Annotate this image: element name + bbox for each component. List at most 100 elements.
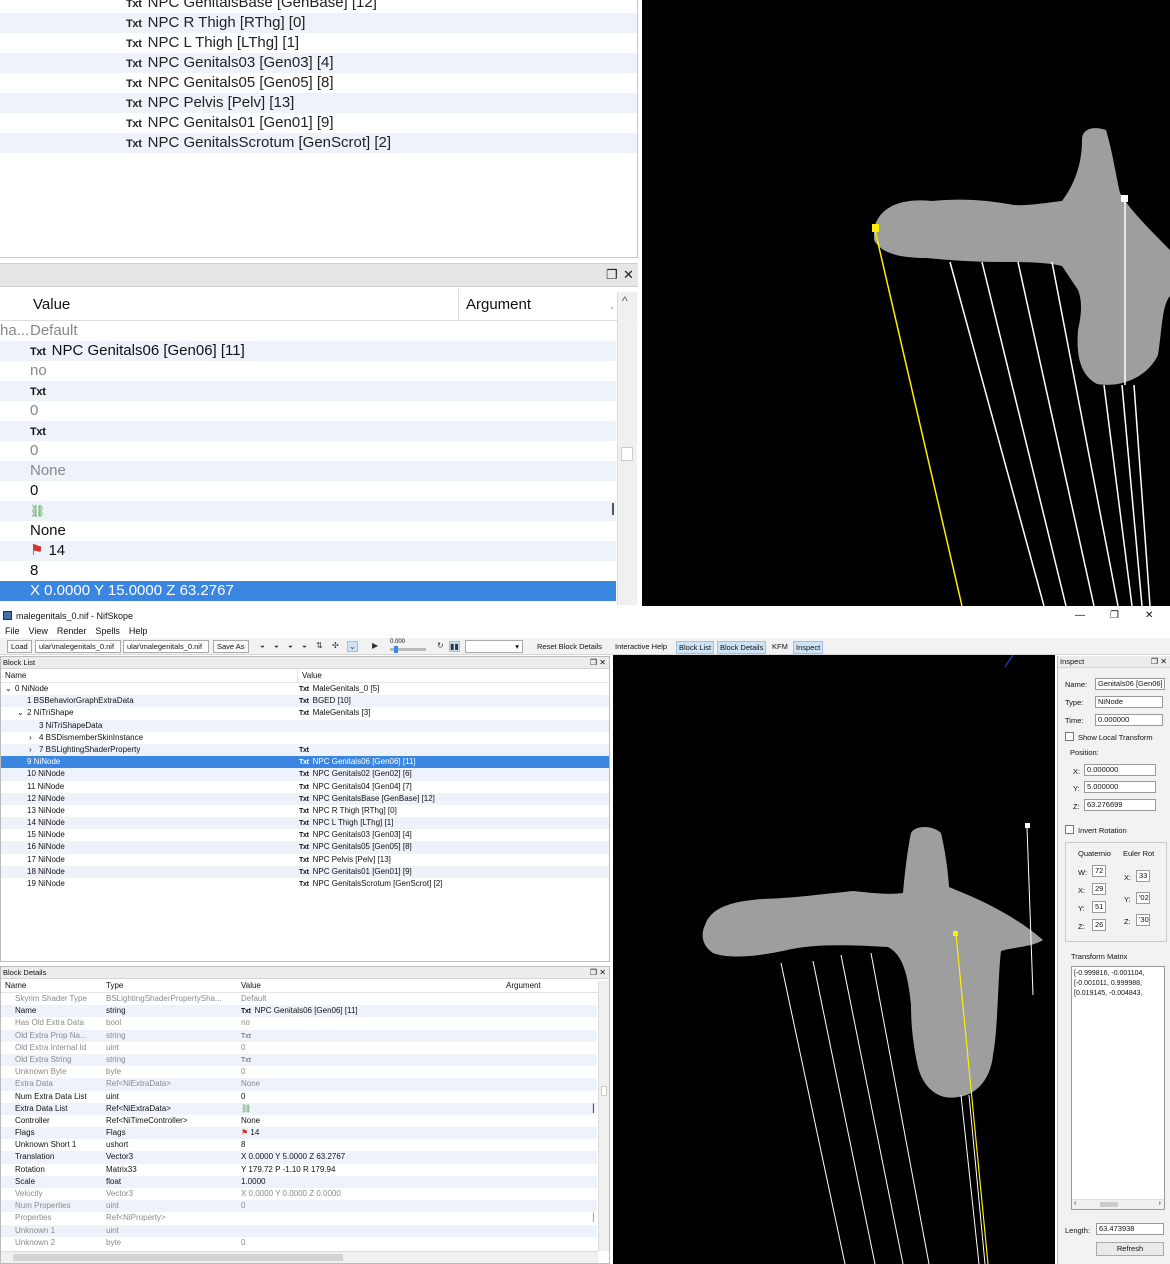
loop-icon[interactable]: ↻ [437, 641, 444, 650]
table-row[interactable]: 0 [0, 401, 616, 421]
expand-right-icon[interactable]: › [29, 732, 32, 744]
quat-z-field[interactable]: 26 [1092, 919, 1106, 931]
table-row[interactable]: 11 NiNode Txt NPC Genitals04 [Gen04] [7] [1, 781, 609, 793]
table-row[interactable]: Old Extra String string Txt [1, 1053, 597, 1067]
table-row[interactable]: Num Extra Data List uint 0 [1, 1091, 597, 1103]
euler-tab[interactable]: Euler Rot [1123, 849, 1154, 858]
table-row[interactable]: Controller Ref<NiTimeController> None [1, 1115, 597, 1127]
zoom-3d-viewport[interactable] [642, 0, 1170, 606]
table-row[interactable]: 13 NiNode Txt NPC R Thigh [RThg] [0] [1, 805, 609, 817]
euler-z-field[interactable]: '30 [1136, 914, 1150, 926]
time-field[interactable]: 0.000000 [1095, 714, 1163, 726]
table-row[interactable]: 3 NiTriShapeData [1, 719, 609, 732]
pos-y-field[interactable]: 5.000000 [1084, 781, 1156, 793]
table-row[interactable]: Unknown Byte byte 0 [1, 1066, 597, 1078]
field-value[interactable]: no [241, 1017, 250, 1029]
table-row[interactable]: Unknown 1 uint [1, 1224, 597, 1237]
details-vscrollbar[interactable] [598, 981, 609, 1251]
table-row[interactable]: Translation Vector3 X 0.0000 Y 5.0000 Z 63… [1, 1151, 597, 1164]
field-value[interactable]: Default [241, 993, 266, 1005]
table-row[interactable]: 15 NiNode Txt NPC Genitals03 [Gen03] [4] [1, 829, 609, 841]
tab-inspect[interactable]: Inspect [793, 641, 824, 654]
walk-icon[interactable]: ✣ [332, 641, 339, 650]
minimize-icon[interactable]: — [1075, 606, 1085, 626]
table-row[interactable]: 9 NiNode Txt NPC Genitals06 [Gen06] [11] [1, 756, 609, 769]
table-row[interactable]: Old Extra Prop Na... string Txt [1, 1029, 597, 1042]
play-icon[interactable]: ▶ [372, 641, 378, 650]
table-row[interactable]: ha... Default [0, 321, 616, 341]
table-row[interactable]: None [0, 461, 616, 481]
table-row[interactable]: Old Extra Internal Id uint 0 [1, 1042, 597, 1054]
scroll-right-icon[interactable]: › [1159, 1199, 1161, 1209]
panel-float-close-icon[interactable]: ❐ ✕ [590, 657, 606, 669]
expand-right-icon[interactable]: › [29, 744, 32, 756]
tab-block-list[interactable]: Block List [676, 641, 715, 654]
table-row[interactable]: Txt NPC Genitals06 [Gen06] [11] [0, 341, 616, 361]
table-row[interactable]: 14 NiNode Txt NPC L Thigh [LThg] [1] [1, 817, 609, 830]
table-row[interactable]: 12 NiNode Txt NPC GenitalsBase [GenBase] [… [1, 792, 609, 805]
table-row[interactable]: 8 [0, 561, 616, 581]
table-row[interactable]: Flags Flags ⚑ 14 [1, 1127, 597, 1140]
field-value[interactable]: 0 [241, 1200, 245, 1212]
table-row[interactable]: ⌄ 0 NiNode Txt MaleGenitals_0 [5] [1, 683, 609, 695]
table-row[interactable]: None [0, 521, 616, 541]
refresh-button[interactable]: Refresh [1096, 1242, 1164, 1256]
list-item[interactable]: Txt NPC Genitals03 [Gen03] [4] [0, 53, 637, 73]
float-icon[interactable]: ❐ [606, 267, 618, 283]
table-row[interactable]: Unknown Short 1 ushort 8 [1, 1139, 597, 1151]
menu-item-file[interactable]: File [5, 626, 20, 636]
quat-w-field[interactable]: 72 [1092, 865, 1106, 877]
quat-y-field[interactable]: 51 [1092, 901, 1106, 913]
column-type[interactable]: Type [106, 979, 123, 993]
field-value[interactable]: ⛓ [241, 1103, 251, 1115]
menu-item-spells[interactable]: Spells [95, 626, 120, 636]
time-slider[interactable] [390, 646, 426, 653]
scroll-left-icon[interactable]: ‹ [1074, 1199, 1076, 1209]
name-field[interactable]: Genitals06 [Gen06] [1095, 678, 1165, 690]
table-row[interactable]: Extra Data Ref<NiExtraData> None [1, 1078, 597, 1091]
animation-select[interactable]: ▾ [465, 640, 523, 653]
column-value[interactable]: Value [297, 669, 322, 683]
table-row[interactable]: 0 [0, 441, 616, 461]
tab-kfm[interactable]: KFM [770, 641, 790, 652]
menu-item-help[interactable]: Help [129, 626, 148, 636]
quaternion-tab[interactable]: Quaternio [1078, 849, 1111, 858]
table-row[interactable]: › 7 BSLightingShaderProperty Txt [1, 743, 609, 757]
column-name[interactable]: Name [5, 669, 26, 683]
load-button[interactable]: Load [7, 640, 32, 653]
table-row[interactable]: ⚑ 14 [0, 541, 616, 561]
table-row[interactable]: Txt [0, 381, 616, 401]
interactive-help-button[interactable]: Interactive Help [613, 641, 669, 652]
length-field[interactable]: 63.473938 [1096, 1223, 1164, 1235]
table-row[interactable]: 10 NiNode Txt NPC Genitals02 [Gen02] [6] [1, 768, 609, 781]
table-row[interactable]: Txt [0, 421, 616, 441]
pos-x-field[interactable]: 0.000000 [1084, 764, 1156, 776]
table-row[interactable]: ⌄ 2 NiTriShape Txt MaleGenitals [3] [1, 707, 609, 719]
column-value[interactable]: Value [241, 979, 261, 993]
reset-block-details-button[interactable]: Reset Block Details [535, 641, 604, 652]
list-item[interactable]: Txt NPC Genitals05 [Gen05] [8] [0, 73, 637, 93]
field-value[interactable]: Y 179.72 P -1.10 R 179.94 [241, 1164, 335, 1176]
table-row[interactable]: Has Old Extra Data bool no [1, 1017, 597, 1029]
view-user-icon[interactable]: ◒ [302, 641, 307, 650]
expand-down-icon[interactable]: ⌄ [17, 707, 24, 719]
field-value[interactable]: X 0.0000 Y 0.0000 Z 0.0000 [241, 1188, 341, 1200]
scroll-thumb[interactable] [621, 447, 633, 461]
hscroll-thumb[interactable] [13, 1254, 343, 1261]
table-row[interactable]: 1 BSBehaviorGraphExtraData Txt BGED [10] [1, 695, 609, 708]
table-row[interactable]: Unknown 2 byte 0 [1, 1237, 597, 1249]
column-value[interactable]: Value [33, 289, 70, 321]
list-item[interactable]: Txt NPC GenitalsScrotum [GenScrot] [2] [0, 133, 637, 153]
hscroll-thumb[interactable] [1100, 1202, 1118, 1207]
table-row[interactable]: Extra Data List Ref<NiExtraData> ⛓ ▏ [1, 1102, 599, 1115]
details-hscrollbar[interactable] [1, 1251, 598, 1263]
list-item[interactable]: Txt NPC GenitalsBase [GenBase] [12] [0, 0, 637, 13]
table-row[interactable]: › 4 BSDismemberSkinInstance [1, 732, 609, 744]
column-argument[interactable]: Argument [458, 289, 531, 321]
maximize-icon[interactable]: ❐ [1110, 606, 1119, 626]
table-row[interactable]: Properties Ref<NiProperty> ▏ [1, 1212, 599, 1224]
field-value[interactable]: 8 [241, 1139, 245, 1151]
column-name[interactable]: Name [5, 979, 26, 993]
view-side-icon[interactable]: ◒ [274, 641, 279, 650]
dropdown-view-icon[interactable]: ⌄ [347, 641, 358, 652]
